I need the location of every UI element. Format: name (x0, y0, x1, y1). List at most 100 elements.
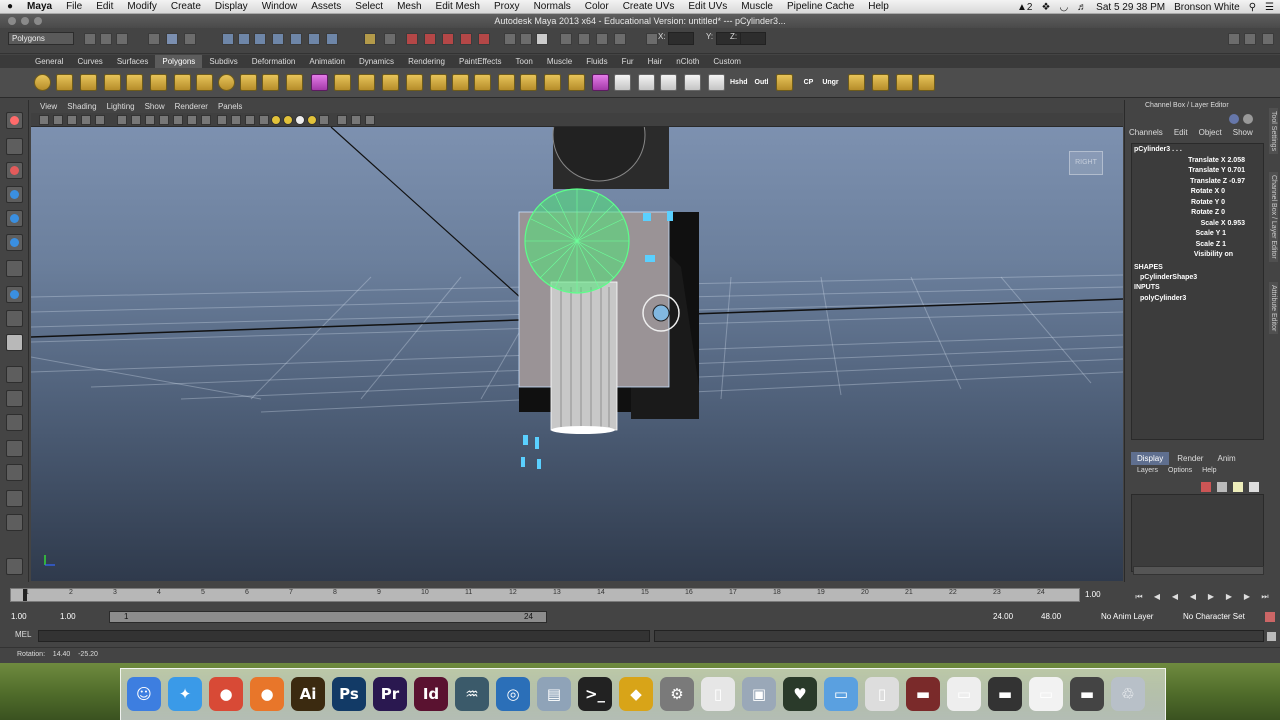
script-editor-icon[interactable] (1267, 632, 1276, 641)
default-light-icon[interactable] (295, 115, 305, 125)
delete-history-icon[interactable] (848, 74, 865, 91)
dock-icon-safari[interactable]: ✦ (168, 677, 202, 711)
wireframe-icon[interactable] (217, 115, 227, 125)
panel-menu-show[interactable]: Show (140, 100, 170, 113)
layout-single-icon[interactable] (6, 366, 23, 383)
combine-icon[interactable] (240, 74, 257, 91)
use-all-lights-icon[interactable] (271, 115, 281, 125)
open-scene-icon[interactable] (100, 33, 112, 45)
panel-menu-lighting[interactable]: Lighting (102, 100, 140, 113)
auto-key-icon[interactable] (1265, 612, 1275, 622)
dock-icon-sheet[interactable]: ▭ (1029, 677, 1063, 711)
uv-editor-icon[interactable] (614, 74, 631, 91)
ipr-render-icon[interactable] (442, 33, 454, 45)
shelf-tab-painteffects[interactable]: PaintEffects (452, 55, 509, 68)
planar-mapping-icon[interactable] (638, 74, 655, 91)
camera-attributes-icon[interactable] (53, 115, 63, 125)
motion-blur-icon[interactable] (319, 115, 329, 125)
film-gate-icon[interactable] (131, 115, 141, 125)
panel-menu-view[interactable]: View (35, 100, 62, 113)
snap-surface-icon[interactable] (290, 33, 302, 45)
field-chart-icon[interactable] (173, 115, 183, 125)
merge-to-center-icon[interactable] (520, 74, 537, 91)
dock-icon-illustrator[interactable]: Ai (291, 677, 325, 711)
z-field[interactable] (740, 32, 766, 45)
poly-cube-icon[interactable] (56, 74, 73, 91)
bevel-icon[interactable] (592, 74, 609, 91)
attr-translate-y[interactable]: Translate Y 0.701 (1188, 167, 1245, 174)
poly-pipe-icon[interactable] (196, 74, 213, 91)
hypershade-icon[interactable] (478, 33, 490, 45)
dock-icon-settings[interactable]: ⚙ (660, 677, 694, 711)
delete-edge-icon[interactable] (568, 74, 585, 91)
go-to-end-button[interactable]: ⏭ (1260, 592, 1270, 601)
universal-manipulator-icon[interactable] (6, 260, 23, 277)
viewcube[interactable]: RIGHT (1069, 151, 1103, 175)
layout-icon[interactable] (504, 33, 516, 45)
render-settings-icon[interactable] (460, 33, 472, 45)
split-polygon-icon[interactable] (430, 74, 447, 91)
input-field-icon[interactable] (596, 33, 608, 45)
shelf-tab-ncloth[interactable]: nCloth (669, 55, 706, 68)
numeric-input-icon[interactable] (646, 33, 658, 45)
lock-icon[interactable] (364, 33, 376, 45)
viewport[interactable]: RIGHT (31, 127, 1123, 581)
shelf-tab-muscle[interactable]: Muscle (540, 55, 579, 68)
new-scene-icon[interactable] (84, 33, 96, 45)
dock-icon-terminal[interactable]: >_ (578, 677, 612, 711)
extract-icon[interactable] (286, 74, 303, 91)
shelf-tab-animation[interactable]: Animation (302, 55, 352, 68)
notification-center-icon[interactable]: ☰ (1265, 2, 1274, 13)
shelf-tab-toon[interactable]: Toon (509, 55, 540, 68)
start-time-field[interactable]: 1.00 (8, 611, 56, 623)
dock-icon-finder[interactable]: ☺ (127, 677, 161, 711)
dock-icon-folder[interactable]: ▭ (824, 677, 858, 711)
dock-icon-premiere[interactable]: Pr (373, 677, 407, 711)
snap-curve-icon[interactable] (238, 33, 250, 45)
current-time-marker[interactable] (23, 589, 27, 601)
range-bar[interactable]: 1 24 (109, 611, 547, 623)
ambient-occlusion-icon[interactable] (307, 115, 317, 125)
dropbox-icon[interactable]: ❖ (1041, 2, 1050, 13)
side-tab-attribute-editor[interactable]: Attribute Editor (1269, 282, 1278, 335)
poly-plane-icon[interactable] (126, 74, 143, 91)
poly-sphere-icon[interactable] (34, 74, 51, 91)
shelf-tab-dynamics[interactable]: Dynamics (352, 55, 401, 68)
layer-tab-anim[interactable]: Anim (1211, 452, 1241, 465)
minimize-button[interactable] (21, 17, 29, 25)
shape-node[interactable]: pCylinderShape3 (1140, 274, 1197, 281)
step-forward-frame-button[interactable]: ▶ (1224, 592, 1234, 601)
shelf-tab-fur[interactable]: Fur (615, 55, 641, 68)
group-icon[interactable] (872, 74, 889, 91)
command-input[interactable] (38, 630, 650, 642)
save-scene-icon[interactable] (116, 33, 128, 45)
menu-help[interactable]: Help (861, 1, 896, 12)
menu-edit[interactable]: Edit (89, 1, 120, 12)
menu-file[interactable]: File (59, 1, 89, 12)
channel-menu-show[interactable]: Show (1233, 128, 1253, 137)
step-forward-key-button[interactable]: ▶ (1242, 592, 1252, 601)
snap-point-icon[interactable] (254, 33, 266, 45)
snap-live-icon[interactable] (308, 33, 320, 45)
render-frame-icon[interactable] (424, 33, 436, 45)
menu-mesh[interactable]: Mesh (390, 1, 428, 12)
layer-move-up-icon[interactable] (1233, 482, 1243, 492)
dock-icon-preview[interactable]: ▤ (537, 677, 571, 711)
dock-icon-indesign[interactable]: Id (414, 677, 448, 711)
outliner-shelf-button[interactable]: Outl (753, 74, 770, 91)
dock-icon-device[interactable]: ▬ (1070, 677, 1104, 711)
current-frame-field[interactable]: 1.00 (1082, 590, 1132, 601)
attr-scale-z[interactable]: Scale Z 1 (1196, 241, 1226, 248)
play-backward-button[interactable]: ◀ (1188, 592, 1198, 601)
menu-create-uvs[interactable]: Create UVs (616, 1, 682, 12)
insert-edge-loop-icon[interactable] (452, 74, 469, 91)
poly-cone-icon[interactable] (104, 74, 121, 91)
range-end-handle[interactable]: 24 (524, 612, 533, 622)
layer-menu-options[interactable]: Options (1168, 467, 1192, 474)
anim-layer-dropdown[interactable]: No Anim Layer (1098, 611, 1174, 623)
dock-icon-activity[interactable]: ♥ (783, 677, 817, 711)
side-tab-channel-box[interactable]: Channel Box / Layer Editor (1269, 172, 1278, 262)
menu-display[interactable]: Display (208, 1, 255, 12)
dock-icon-firefox[interactable]: ● (250, 677, 284, 711)
safe-action-icon[interactable] (187, 115, 197, 125)
